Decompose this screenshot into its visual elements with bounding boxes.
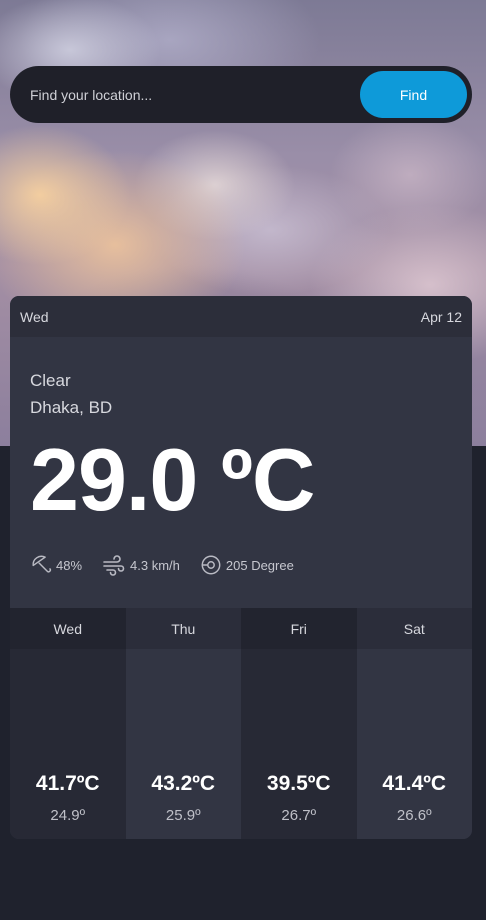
forecast-min-temp: 26.7º xyxy=(281,807,317,824)
wind-value: 4.3 km/h xyxy=(130,557,180,573)
forecast-max-temp: 41.7ºC xyxy=(35,772,100,795)
humidity-stat: 48% xyxy=(30,554,82,576)
forecast-max-temp: 43.2ºC xyxy=(151,772,216,795)
humidity-value: 48% xyxy=(56,557,83,573)
search-bar: Find xyxy=(10,66,472,123)
forecast-day: Fri 39.5ºC 26.7º xyxy=(241,608,357,839)
weather-card: Wed Apr 12 Clear Dhaka, BD 29.0 ºC 48% 4… xyxy=(10,296,472,839)
forecast-min-temp: 26.6º xyxy=(396,807,432,824)
find-button[interactable]: Find xyxy=(360,71,467,118)
wind-icon xyxy=(103,555,125,576)
forecast-min-temp: 24.9º xyxy=(50,807,86,824)
wind-direction-value: 205 Degree xyxy=(225,557,294,573)
forecast-day: Thu 43.2ºC 25.9º xyxy=(125,608,241,839)
current-date: Apr 12 xyxy=(420,308,462,325)
forecast-row: Wed 41.7ºC 24.9º Thu 43.2ºC 25.9º Fri 39… xyxy=(10,608,472,839)
weather-condition: Clear xyxy=(30,371,71,390)
forecast-day-label: Fri xyxy=(241,608,357,649)
forecast-day-label: Sat xyxy=(356,608,472,649)
forecast-min-temp: 25.9º xyxy=(165,807,201,824)
current-day: Wed xyxy=(20,308,49,325)
forecast-day-label: Thu xyxy=(125,608,241,649)
current-temperature: 29.0 ºC xyxy=(30,430,315,529)
location-name: Dhaka, BD xyxy=(30,398,113,417)
card-header: Wed Apr 12 xyxy=(10,296,472,337)
forecast-max-temp: 41.4ºC xyxy=(382,772,447,795)
weather-stats: 48% 4.3 km/h 205 Degree xyxy=(30,554,314,576)
wind-stat: 4.3 km/h xyxy=(102,554,180,576)
umbrella-icon xyxy=(32,555,52,573)
wind-direction-stat: 205 Degree xyxy=(200,554,294,576)
forecast-max-temp: 39.5ºC xyxy=(266,772,331,795)
forecast-day-label: Wed xyxy=(10,608,126,649)
forecast-day: Wed 41.7ºC 24.9º xyxy=(10,608,126,839)
compass-icon xyxy=(201,555,221,575)
forecast-day: Sat 41.4ºC 26.6º xyxy=(356,608,472,839)
